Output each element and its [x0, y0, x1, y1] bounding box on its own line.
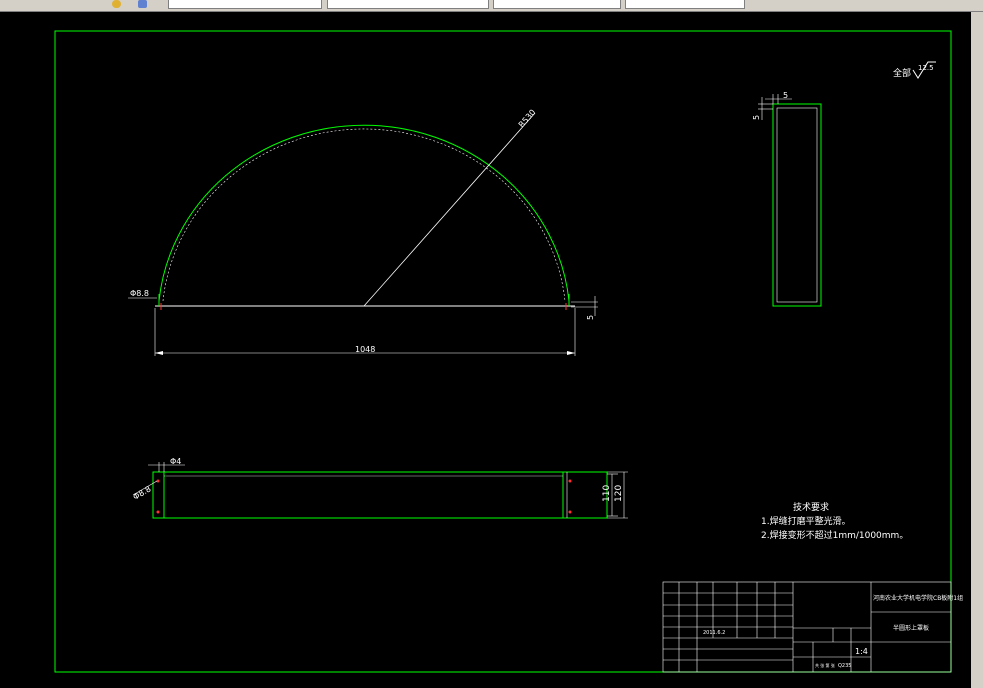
bottom-view-outer — [152, 471, 608, 519]
tech-req-line2: 2.焊接变形不超过1mm/1000mm。 — [761, 529, 908, 541]
semicircle-outer — [158, 124, 570, 302]
drawing-frame — [54, 30, 952, 673]
width-arrow-right — [567, 351, 575, 355]
tech-req-line1: 1.焊缝打磨平整光滑。 — [761, 515, 851, 527]
title-block-scale: 1:4 — [855, 647, 868, 656]
title-block-date: 2011.6.2 — [703, 630, 725, 636]
app-icon[interactable] — [112, 0, 121, 8]
bottom-top-label: Φ4 — [170, 457, 181, 466]
radius-label: R530 — [517, 108, 538, 130]
bottom-hole-label: Φ8.8 — [132, 484, 153, 501]
title-block-sheet: 共 张 第 张 — [815, 662, 835, 668]
roughness-label: 全部 — [893, 67, 911, 79]
outer-height-label: 120 — [614, 485, 624, 502]
lineweight-dropdown[interactable] — [493, 0, 621, 9]
thickness-label: 5 — [586, 315, 595, 320]
radius-leader — [363, 112, 536, 307]
inner-height-label: 110 — [602, 485, 612, 502]
bottom-hole-2 — [156, 510, 160, 514]
width-arrow-left — [155, 351, 163, 355]
tech-req-title: 技术要求 — [793, 501, 829, 513]
side-left-label: 5 — [752, 115, 761, 120]
title-block-part-name: 半圆形上罩板 — [893, 624, 929, 632]
linetype-dropdown[interactable] — [327, 0, 489, 9]
hole-label: Φ8.8 — [130, 289, 149, 298]
plotstyle-dropdown[interactable] — [625, 0, 745, 9]
drawing-canvas[interactable]: 全部 12.5 R530 Φ8.8 5 1048 5 5 Φ4 Φ8.8 110… — [0, 12, 983, 688]
title-block-school: 河南农业大学机电学院CB板附1组 — [873, 594, 963, 602]
roughness-value: 12.5 — [918, 64, 934, 72]
layer-dropdown[interactable] — [168, 0, 322, 9]
side-view-outer — [772, 103, 822, 307]
side-view-inner — [776, 107, 818, 303]
shape-icon[interactable] — [138, 0, 147, 8]
width-label: 1048 — [355, 345, 375, 354]
vertical-scrollbar[interactable] — [971, 12, 983, 688]
semicircle-inner — [162, 128, 566, 302]
bottom-hole-3 — [568, 479, 572, 483]
title-block-material: Q235 — [838, 663, 851, 669]
bottom-hole-4 — [568, 510, 572, 514]
side-top-label: 5 — [783, 91, 788, 100]
toolbar — [0, 0, 983, 12]
